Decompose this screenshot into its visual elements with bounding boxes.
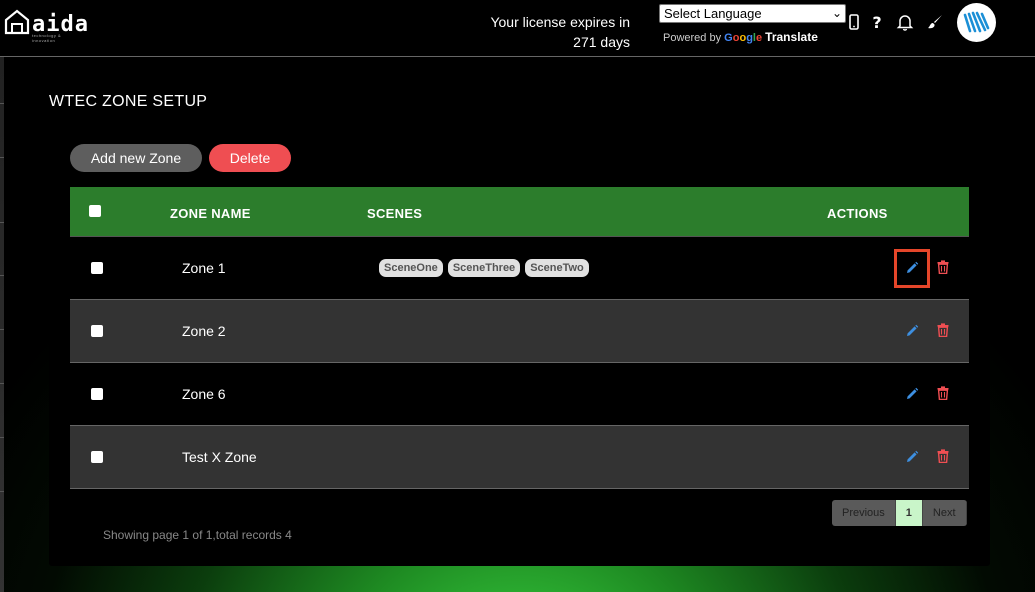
table-row: Zone 2 — [70, 300, 969, 363]
scene-chips: SceneOne SceneThree SceneTwo — [379, 259, 589, 277]
row-checkbox[interactable] — [91, 451, 103, 463]
app-logo[interactable]: aida technology & innovation — [4, 9, 88, 43]
column-scenes: SCENES — [367, 206, 423, 221]
page-1-button[interactable]: 1 — [895, 500, 923, 526]
edit-pencil-icon[interactable] — [905, 387, 919, 401]
translate-label: Translate — [765, 30, 818, 44]
zone-name: Test X Zone — [182, 449, 257, 465]
svg-text:?: ? — [872, 13, 881, 31]
mobile-icon[interactable] — [845, 13, 863, 31]
pagination: Previous 1 Next — [832, 500, 967, 526]
edit-pencil-icon[interactable] — [905, 450, 919, 464]
records-summary: Showing page 1 of 1,total records 4 — [103, 528, 292, 542]
zone-name: Zone 1 — [182, 260, 226, 276]
trash-icon[interactable] — [937, 449, 949, 463]
zone-table: ZONE NAME SCENES ACTIONS Zone 1 SceneOne… — [70, 187, 969, 489]
trash-icon[interactable] — [937, 386, 949, 400]
bell-icon[interactable] — [896, 13, 914, 31]
avatar[interactable] — [957, 3, 996, 42]
edit-pencil-icon[interactable] — [905, 324, 919, 338]
scene-chip: SceneTwo — [525, 259, 589, 277]
row-checkbox[interactable] — [91, 325, 103, 337]
scene-chip: SceneThree — [447, 259, 521, 277]
previous-page-button[interactable]: Previous — [832, 500, 896, 526]
page-title: WTEC ZONE SETUP — [49, 93, 208, 110]
language-select-value: Select Language — [664, 6, 762, 21]
company-logo-icon — [959, 5, 994, 40]
powered-by-google[interactable]: Powered by Google Translate — [663, 30, 818, 44]
chevron-down-icon: ⌄ — [831, 6, 842, 20]
trash-icon[interactable] — [937, 260, 949, 274]
column-actions: ACTIONS — [827, 206, 888, 221]
select-all-checkbox[interactable] — [89, 205, 101, 217]
delete-button[interactable]: Delete — [209, 144, 291, 172]
column-zone-name: ZONE NAME — [170, 206, 251, 221]
next-page-button[interactable]: Next — [922, 500, 967, 526]
house-logo-icon — [4, 9, 30, 35]
table-row: Test X Zone — [70, 426, 969, 489]
logo-subtext: technology & innovation — [32, 33, 62, 43]
language-select[interactable]: Select Language ⌄ — [659, 4, 846, 23]
zone-name: Zone 2 — [182, 323, 226, 339]
table-header: ZONE NAME SCENES ACTIONS — [70, 187, 969, 237]
trash-icon[interactable] — [937, 323, 949, 337]
license-line-2: 271 days — [573, 34, 630, 50]
help-icon[interactable]: ? — [868, 13, 886, 31]
zone-card: Add new Zone Delete ZONE NAME SCENES ACT… — [49, 129, 990, 566]
powered-by-label: Powered by — [663, 32, 722, 44]
table-row: Zone 1 SceneOne SceneThree SceneTwo — [70, 237, 969, 300]
top-bar: aida technology & innovation Your licens… — [0, 0, 1035, 57]
row-checkbox[interactable] — [91, 262, 103, 274]
license-notice: Your license expires in 271 days — [430, 12, 630, 52]
edit-pencil-icon[interactable] — [905, 261, 919, 275]
google-logo-icon: Google — [724, 32, 763, 44]
zone-name: Zone 6 — [182, 386, 226, 402]
row-checkbox[interactable] — [91, 388, 103, 400]
add-zone-button[interactable]: Add new Zone — [70, 144, 202, 172]
scene-chip: SceneOne — [379, 259, 443, 277]
brush-icon[interactable] — [926, 13, 944, 31]
table-row: Zone 6 — [70, 363, 969, 426]
license-line-1: Your license expires in — [490, 14, 630, 30]
left-edge-strip — [0, 57, 4, 592]
